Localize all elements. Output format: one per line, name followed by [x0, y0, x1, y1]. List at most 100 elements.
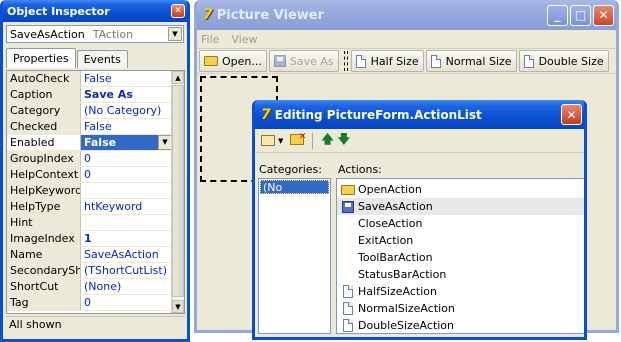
action-list-editor-titlebar[interactable]: 7 Editing PictureForm.ActionList ✕	[255, 100, 584, 129]
action-list-editor-window: 7 Editing PictureForm.ActionList ✕ ▼ ✕ 🡅…	[252, 100, 587, 340]
document-icon	[340, 319, 356, 333]
menu-view[interactable]: View	[231, 33, 257, 46]
delete-action-button[interactable]: ✕	[290, 132, 306, 148]
tab-properties[interactable]: Properties	[6, 48, 76, 68]
action-item[interactable]: StatusBarAction	[337, 266, 584, 283]
disk-icon	[340, 200, 356, 214]
property-value[interactable]: (TShortCutList)	[81, 263, 172, 278]
property-value[interactable]: htKeyword	[81, 199, 172, 214]
vertical-scrollbar[interactable]: ▲ ▼	[171, 71, 184, 313]
property-row[interactable]: ImageIndex 1	[7, 231, 172, 247]
close-button[interactable]: ✕	[561, 104, 582, 125]
property-row[interactable]: Enabled False ▼	[7, 135, 172, 151]
document-icon-glyph	[343, 302, 353, 315]
category-item[interactable]: (No Category)	[260, 180, 329, 208]
property-value[interactable]: (None)	[81, 279, 172, 294]
minimize-button[interactable]: _	[547, 4, 568, 26]
double-size-button[interactable]: Double Size	[518, 50, 609, 72]
categories-list[interactable]: (No Category)	[258, 178, 331, 334]
new-action-button[interactable]: ▼	[261, 135, 283, 146]
property-value[interactable]: Save As	[81, 87, 172, 102]
move-down-button[interactable]: 🡇	[338, 130, 350, 151]
scroll-thumb[interactable]	[172, 85, 184, 297]
folder-icon-glyph	[341, 184, 355, 195]
action-item[interactable]: DoubleSizeAction	[337, 317, 584, 334]
move-up-button[interactable]: 🡅	[321, 130, 333, 151]
inspector-tabs: Properties Events	[3, 46, 187, 68]
status-bar: All shown	[6, 316, 185, 332]
action-item[interactable]: ExitAction	[337, 232, 584, 249]
component-selector[interactable]: SaveAsAction TAction ▼	[6, 25, 184, 43]
property-editor[interactable]: False ▼	[81, 135, 172, 150]
property-value[interactable]: 1	[81, 231, 172, 246]
editor-toolbar: ▼ ✕ 🡅 🡇	[255, 129, 584, 153]
maximize-button[interactable]: □	[570, 4, 591, 26]
chevron-down-icon[interactable]: ▼	[158, 135, 172, 150]
action-item-label: DoubleSizeAction	[358, 319, 455, 332]
property-value[interactable]: (No Category)	[81, 103, 172, 118]
property-row[interactable]: HelpContext 0	[7, 167, 172, 183]
close-button[interactable]: ✕	[593, 4, 614, 26]
action-item[interactable]: NormalSizeAction	[337, 300, 584, 317]
close-button[interactable]: ✕	[171, 4, 185, 18]
property-value[interactable]: False	[81, 71, 172, 86]
property-row[interactable]: SecondaryShor(TShortCutList)	[7, 263, 172, 279]
double-size-button-label: Double Size	[538, 54, 604, 68]
property-row[interactable]: AutoCheck False	[7, 71, 172, 87]
property-row[interactable]: HelpKeyword	[7, 183, 172, 199]
action-item[interactable]: HalfSizeAction	[337, 283, 584, 300]
open-button[interactable]: Open...	[199, 50, 267, 72]
action-item[interactable]: SaveAsAction	[337, 198, 584, 215]
property-value[interactable]: False	[81, 119, 172, 134]
property-row[interactable]: Name SaveAsAction	[7, 247, 172, 263]
normal-size-button[interactable]: Normal Size	[425, 50, 517, 72]
action-item-label: ExitAction	[358, 234, 414, 247]
property-name: AutoCheck	[7, 71, 81, 86]
new-action-icon	[261, 135, 275, 146]
property-editor-value[interactable]: False	[81, 135, 158, 150]
object-inspector-titlebar[interactable]: Object Inspector ✕	[3, 0, 187, 22]
property-value[interactable]: 0	[81, 151, 172, 166]
property-value[interactable]: 0	[81, 167, 172, 182]
property-name: Name	[7, 247, 81, 262]
half-size-button[interactable]: Half Size	[350, 50, 424, 72]
save-as-button-label: Save As	[289, 54, 334, 68]
component-type: TAction	[92, 27, 134, 41]
chevron-down-icon: ▼	[172, 30, 178, 38]
document-icon	[430, 54, 441, 68]
document-icon	[523, 54, 534, 68]
property-row[interactable]: Checked False	[7, 119, 172, 135]
dropdown-button[interactable]: ▼	[168, 27, 182, 41]
close-icon: ✕	[566, 107, 577, 122]
property-value[interactable]: SaveAsAction	[81, 247, 172, 262]
action-item-label: SaveAsAction	[358, 200, 433, 213]
action-item[interactable]: CloseAction	[337, 215, 584, 232]
property-name: SecondaryShor	[7, 263, 81, 278]
property-name: Checked	[7, 119, 81, 134]
property-value[interactable]	[81, 183, 172, 198]
property-name: Tag	[7, 295, 81, 310]
property-row[interactable]: Tag 0	[7, 295, 172, 311]
action-item[interactable]: ToolBarAction	[337, 249, 584, 266]
property-row[interactable]: Hint	[7, 215, 172, 231]
property-row[interactable]: Category (No Category)	[7, 103, 172, 119]
actions-list[interactable]: OpenAction SaveAsAction CloseAction ExitAct…	[336, 178, 584, 334]
property-value[interactable]: 0	[81, 295, 172, 310]
property-row[interactable]: HelpType htKeyword	[7, 199, 172, 215]
action-item[interactable]: OpenAction	[337, 181, 584, 198]
property-name: Enabled	[7, 135, 81, 150]
tab-events[interactable]: Events	[76, 50, 128, 68]
property-row[interactable]: ShortCut (None)	[7, 279, 172, 295]
property-row[interactable]: Caption Save As	[7, 87, 172, 103]
normal-size-button-label: Normal Size	[445, 54, 512, 68]
property-row[interactable]: GroupIndex 0	[7, 151, 172, 167]
scroll-up-button[interactable]: ▲	[172, 71, 184, 84]
menu-file[interactable]: File	[201, 33, 219, 46]
property-value[interactable]: False ▼	[81, 135, 172, 150]
scroll-down-button[interactable]: ▼	[172, 300, 184, 313]
picture-viewer-titlebar[interactable]: 7 Picture Viewer _ □ ✕	[197, 0, 616, 30]
toolbar: Open... Save As Half Size Normal Size Do…	[197, 48, 616, 74]
property-value[interactable]	[81, 215, 172, 230]
save-as-button[interactable]: Save As	[268, 50, 339, 72]
close-icon: ✕	[174, 6, 182, 16]
